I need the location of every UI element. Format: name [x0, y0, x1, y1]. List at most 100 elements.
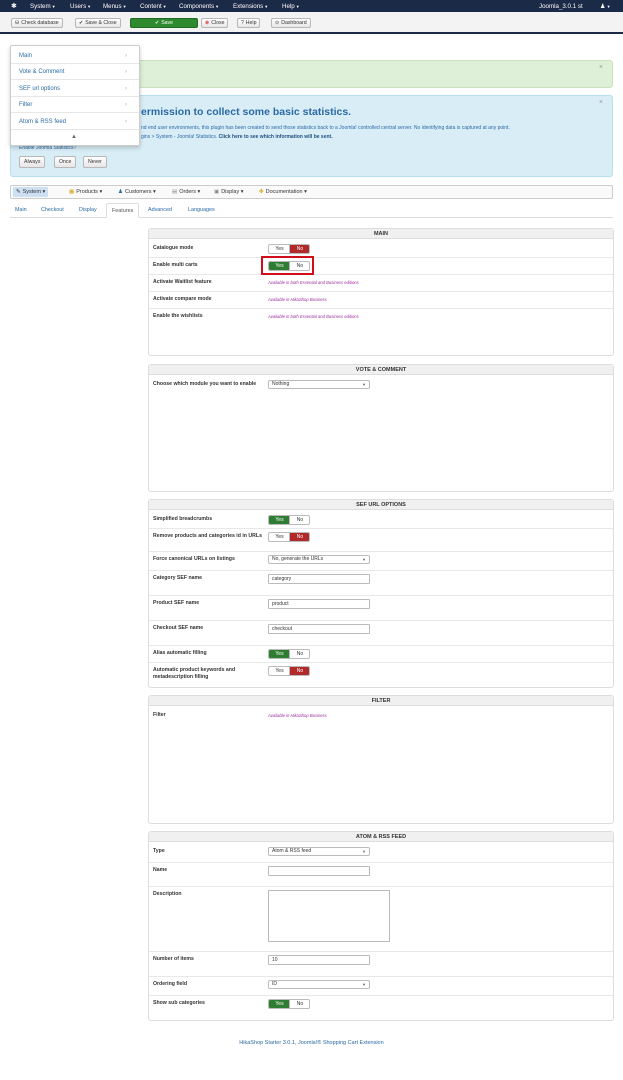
menu-system[interactable]: System▼	[30, 3, 56, 10]
tab-advanced[interactable]: Advanced	[148, 207, 172, 213]
yes-option[interactable]: Yes	[269, 516, 290, 524]
check-database-button[interactable]: ⛁ Check database	[11, 18, 63, 28]
check-icon: ✔	[79, 20, 84, 26]
chevron-right-icon: ›	[125, 102, 127, 108]
menu-menus[interactable]: Menus▼	[103, 3, 127, 10]
hika-menu-orders[interactable]: ▤ Orders ▾	[172, 189, 200, 195]
products-icon: ▦	[69, 189, 75, 195]
chevron-right-icon: ›	[125, 119, 127, 125]
canonical-select[interactable]: No, generate the URLs ▼	[268, 555, 370, 564]
no-option[interactable]: No	[289, 650, 309, 658]
option-label: Checkout SEF name	[153, 625, 204, 631]
remove-id-toggle[interactable]: Yes No	[268, 532, 310, 542]
user-icon[interactable]: ♟▼	[600, 3, 611, 10]
save-close-button[interactable]: ✔ Save & Close	[75, 18, 121, 28]
hika-menu-system[interactable]: ✎ System ▾	[13, 187, 49, 197]
number-items-input[interactable]: 10	[268, 955, 370, 965]
section-nav-sef[interactable]: SEF url options ›	[11, 81, 139, 97]
option-row: Catalogue mode Yes No	[149, 241, 613, 258]
footer-link[interactable]: HikaShop Starter 3.0.1, Joomla!® Shoppin…	[0, 1040, 623, 1046]
alias-fill-toggle[interactable]: Yes No	[268, 649, 310, 659]
section-nav-filter[interactable]: Filter ›	[11, 97, 139, 113]
main-fieldset: MAIN Catalogue mode Yes No Enable multi c…	[148, 228, 614, 356]
never-button[interactable]: Never	[83, 156, 107, 168]
option-row: Choose which module you want to enable N…	[149, 377, 613, 491]
yes-option[interactable]: Yes	[269, 1000, 290, 1008]
help-icon: ?	[241, 20, 244, 26]
always-button[interactable]: Always	[19, 156, 46, 168]
menu-users[interactable]: Users▼	[70, 3, 91, 10]
site-name-link[interactable]: Joomla_3.0.1 st	[539, 3, 583, 10]
section-nav-main[interactable]: Main ›	[11, 48, 139, 64]
hika-menu-customers[interactable]: ♟ Customers ▾	[118, 189, 156, 195]
option-row: Force canonical URLs on listings No, gen…	[149, 552, 613, 571]
option-label: Type	[153, 848, 165, 854]
yes-option[interactable]: Yes	[269, 650, 290, 658]
chevron-down-icon: ▼	[362, 849, 366, 854]
section-nav-atom[interactable]: Atom & RSS feed ›	[11, 114, 139, 130]
option-label: Description	[153, 891, 182, 897]
yes-option[interactable]: Yes	[269, 533, 290, 541]
statistics-text: gins > System - Joomla! Statistics. Clic…	[141, 134, 333, 140]
ordering-field-select[interactable]: ID ▼	[268, 980, 370, 989]
yes-option[interactable]: Yes	[269, 245, 290, 253]
hika-menu-products[interactable]: ▦ Products ▾	[69, 189, 102, 195]
close-icon: ⊗	[205, 20, 210, 26]
feed-name-input[interactable]	[268, 866, 370, 876]
keywords-toggle[interactable]: Yes No	[268, 666, 310, 676]
chevron-right-icon: ›	[125, 86, 127, 92]
section-nav-vote-comment[interactable]: Vote & Comment ›	[11, 64, 139, 80]
option-row: Checkout SEF name checkout	[149, 621, 613, 646]
breadcrumbs-toggle[interactable]: Yes No	[268, 515, 310, 525]
dashboard-icon: ⊙	[275, 20, 280, 26]
menu-components[interactable]: Components▼	[179, 3, 219, 10]
statistics-title: ermission to collect some basic statisti…	[141, 106, 352, 118]
tab-checkout[interactable]: Checkout	[41, 207, 64, 213]
statistics-info-link[interactable]: Click here to see which information will…	[219, 134, 333, 140]
catalogue-mode-toggle[interactable]: Yes No	[268, 244, 310, 254]
no-option[interactable]: No	[289, 667, 309, 675]
close-button[interactable]: ⊗ Close	[201, 18, 229, 28]
dashboard-button[interactable]: ⊙ Dashboard	[271, 18, 311, 28]
joomla-logo-icon[interactable]: ✱	[11, 2, 17, 10]
category-sef-input[interactable]: category	[268, 574, 370, 584]
documentation-icon: ✤	[259, 189, 264, 195]
section-title: SEF URL OPTIONS	[149, 500, 613, 510]
menu-extensions[interactable]: Extensions▼	[233, 3, 268, 10]
option-label: Enable the wishlists	[153, 313, 203, 319]
menu-help[interactable]: Help▼	[282, 3, 300, 10]
hika-menu-display[interactable]: ▣ Display ▾	[214, 189, 244, 195]
option-row: Type Atom & RSS feed ▼	[149, 844, 613, 863]
close-icon[interactable]: ×	[599, 64, 603, 71]
product-sef-input[interactable]: product	[268, 599, 370, 609]
feed-type-select[interactable]: Atom & RSS feed ▼	[268, 847, 370, 856]
no-option[interactable]: No	[289, 1000, 309, 1008]
checkout-sef-input[interactable]: checkout	[268, 624, 370, 634]
atom-fieldset: ATOM & RSS FEED Type Atom & RSS feed ▼ Na…	[148, 831, 614, 1021]
tab-display[interactable]: Display	[79, 207, 97, 213]
chevron-down-icon: ▼	[362, 382, 366, 387]
tab-main[interactable]: Main	[15, 207, 27, 213]
collapse-up-icon[interactable]: ▲	[71, 134, 77, 140]
once-button[interactable]: Once	[54, 156, 77, 168]
tab-features[interactable]: Features	[106, 203, 140, 218]
chevron-down-icon: ▼	[362, 557, 366, 562]
no-option[interactable]: No	[289, 245, 309, 253]
save-button[interactable]: ✔ Save	[130, 18, 198, 28]
feed-description-textarea[interactable]	[268, 890, 390, 942]
no-option[interactable]: No	[289, 516, 309, 524]
wrench-icon: ✎	[16, 189, 21, 195]
menu-content[interactable]: Content▼	[140, 3, 167, 10]
hika-menu-documentation[interactable]: ✤ Documentation ▾	[259, 189, 307, 195]
filter-fieldset: FILTER Filter Available in HikaShop Busi…	[148, 695, 614, 824]
tab-languages[interactable]: Languages	[188, 207, 215, 213]
no-option[interactable]: No	[289, 533, 309, 541]
vote-module-select[interactable]: Nothing ▼	[268, 380, 370, 389]
sub-categories-toggle[interactable]: Yes No	[268, 999, 310, 1009]
yes-option[interactable]: Yes	[269, 667, 290, 675]
help-button[interactable]: ? Help	[237, 18, 261, 28]
edition-note: Available in both Essential and Business…	[268, 280, 359, 285]
option-label: Ordering field	[153, 981, 188, 987]
edition-note: Available in both Essential and Business…	[268, 314, 359, 319]
close-icon[interactable]: ×	[599, 99, 603, 106]
